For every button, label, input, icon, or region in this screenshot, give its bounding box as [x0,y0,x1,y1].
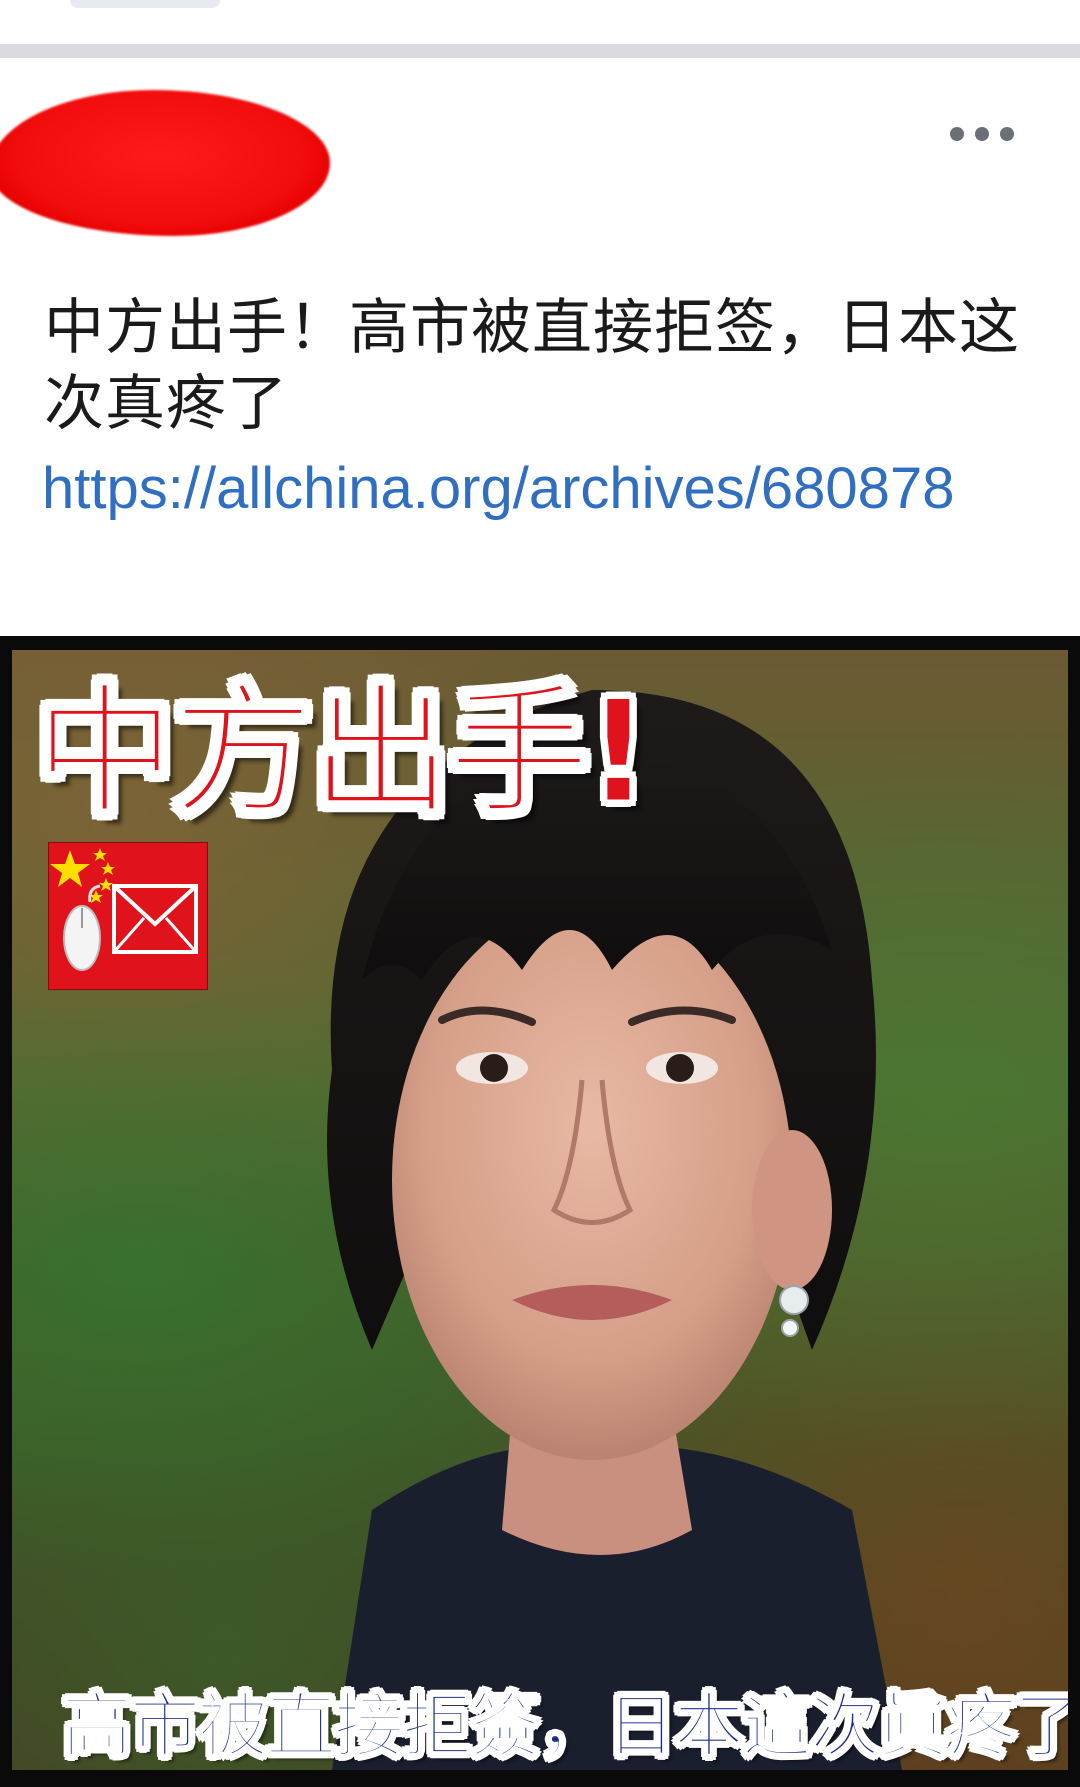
image-caption: 高市被直接拒簽，日本這次眞疼了! [61,1685,1068,1767]
more-options-button[interactable] [950,114,1014,154]
post-card: 中方出手！高市被直接拒签，日本这次真疼了 https://allchina.or… [0,58,1080,1787]
more-dot [1000,127,1014,141]
china-flag-mail-icon [48,842,208,990]
post-title: 中方出手！高市被直接拒签，日本这次真疼了 [44,293,1020,439]
more-dot [950,127,964,141]
post-image-content: 中方出手! 高市被直接拒簽，日本這次眞疼了! [12,650,1068,1770]
feed-separator [0,44,1080,58]
post-image[interactable]: 中方出手! 高市被直接拒簽，日本這次眞疼了! [0,636,1080,1787]
more-dot [975,127,989,141]
author-redaction [0,90,330,236]
previous-item-edge [70,0,220,8]
post-link[interactable]: https://allchina.org/archives/680878 [42,450,1042,528]
post-header [0,58,1080,258]
previous-item-strip [0,0,1080,44]
image-headline: 中方出手! [33,670,653,835]
